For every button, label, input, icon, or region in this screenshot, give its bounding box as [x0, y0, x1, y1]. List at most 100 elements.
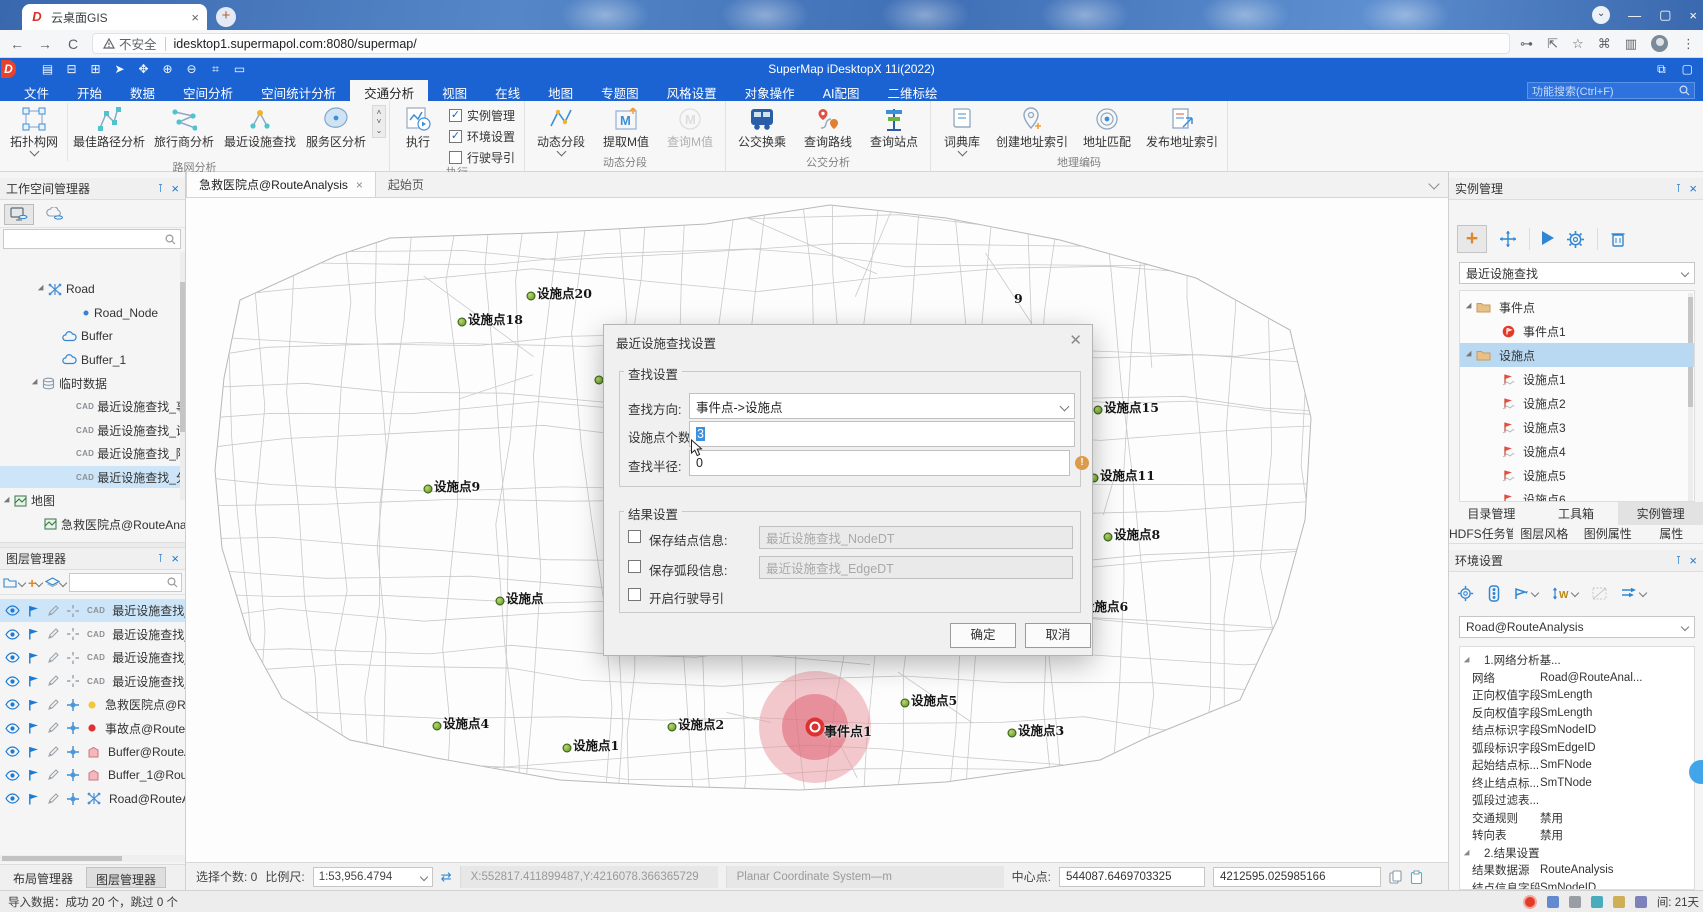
selectable-flag-icon[interactable]	[28, 769, 39, 781]
ribbon-tab-10[interactable]: 风格设置	[653, 80, 731, 101]
move-icon[interactable]	[1499, 230, 1517, 248]
property-row-弧段标识字段[interactable]: 弧段标识字段SmEdgeID	[1460, 739, 1694, 757]
expander-icon[interactable]	[4, 496, 12, 504]
group-scroll-arrows[interactable]: ˄˅⌄	[372, 105, 386, 138]
check-option-2[interactable]: 行驶导引	[449, 149, 515, 166]
property-row-反向权值字段[interactable]: 反向权值字段SmLength	[1460, 704, 1694, 722]
ribbon-button-词典库[interactable]: 词典库	[934, 103, 990, 155]
snapable-icon[interactable]	[67, 699, 79, 711]
ok-button[interactable]: 确定	[950, 623, 1016, 648]
ribbon-tab-7[interactable]: 在线	[481, 80, 534, 101]
side-panel-icon[interactable]: ▥	[1625, 36, 1637, 52]
check-option-1[interactable]: ✓环境设置	[449, 128, 515, 145]
property-row-交通规则[interactable]: 交通规则禁用	[1460, 809, 1694, 827]
local-workspace-icon[interactable]	[4, 204, 34, 225]
bookmark-star-icon[interactable]: ☆	[1572, 36, 1584, 52]
editable-icon[interactable]	[47, 699, 59, 711]
radius-input[interactable]: 0	[689, 450, 1070, 476]
ribbon-tab-3[interactable]: 空间分析	[169, 80, 247, 101]
layer-search-input[interactable]	[69, 573, 182, 592]
ribbon-tab-9[interactable]: 专题图	[587, 80, 653, 101]
instance-node-设施点6[interactable]: 设施点6	[1460, 487, 1694, 502]
editable-icon[interactable]	[47, 746, 59, 758]
property-row-转向表[interactable]: 转向表禁用	[1460, 826, 1694, 844]
ribbon-button-发布地址索引[interactable]: 发布地址索引	[1140, 103, 1224, 150]
property-row-弧段过滤表...[interactable]: 弧段过滤表...	[1460, 791, 1694, 809]
panel-tab-图例属性[interactable]: 图例属性	[1576, 522, 1640, 545]
dialog-close-icon[interactable]: ✕	[1069, 331, 1082, 349]
layer-row-Road@RouteAnalys[interactable]: Road@RouteAnalys	[0, 787, 185, 810]
snapable-icon[interactable]	[67, 769, 79, 781]
visibility-eye-icon[interactable]	[5, 652, 20, 663]
visibility-eye-icon[interactable]	[5, 770, 20, 781]
save-edge-checkbox[interactable]	[628, 560, 641, 573]
delete-trash-icon[interactable]	[1610, 230, 1626, 248]
selectable-flag-icon[interactable]	[28, 605, 39, 617]
selectable-flag-icon[interactable]	[28, 675, 39, 687]
editable-icon[interactable]	[47, 675, 59, 687]
network-dataset-dropdown[interactable]: Road@RouteAnalysis	[1459, 616, 1695, 638]
ribbon-button-查询路线[interactable]: 查询路线	[795, 103, 861, 150]
layer-row-最近设施查找_障碍[interactable]: CAD最近设施查找_障碍	[0, 646, 185, 669]
save-node-checkbox[interactable]	[628, 530, 641, 543]
taskbar-icon[interactable]	[1569, 896, 1581, 908]
expander-icon[interactable]	[32, 379, 40, 387]
function-search-input[interactable]: 功能搜索(Ctrl+F)	[1527, 82, 1695, 99]
layer-style-icon[interactable]	[45, 577, 66, 589]
ribbon-tab-6[interactable]: 视图	[428, 80, 481, 101]
snapable-icon[interactable]	[67, 746, 79, 758]
layer-row-急救医院点@Route[interactable]: 急救医院点@Route	[0, 693, 185, 716]
panel-tab-图层风格[interactable]: 图层风格	[1513, 522, 1577, 545]
workspace-node-Buffer[interactable]: Buffer	[0, 325, 185, 347]
ribbon-tab-2[interactable]: 数据	[116, 80, 169, 101]
run-icon[interactable]	[1542, 231, 1554, 248]
ribbon-button-提取M值[interactable]: M提取M值	[594, 103, 658, 150]
close-icon[interactable]: ×	[1689, 181, 1697, 196]
map-tab-急救医院点@RouteAnalysis[interactable]: 急救医院点@RouteAnalysis×	[186, 172, 376, 197]
property-row-起始结点标...[interactable]: 起始结点标...SmFNode	[1460, 756, 1694, 774]
ribbon-button-动态分段[interactable]: 动态分段	[528, 103, 594, 155]
editable-icon[interactable]	[47, 652, 59, 664]
property-group-1.网络分析基...[interactable]: 1.网络分析基...	[1460, 651, 1694, 669]
visibility-eye-icon[interactable]	[5, 793, 20, 804]
taskbar-icon[interactable]	[1635, 896, 1647, 908]
snapable-icon[interactable]	[67, 722, 79, 734]
back-icon[interactable]: ←	[8, 36, 26, 52]
instance-node-设施点4[interactable]: 设施点4	[1460, 439, 1694, 463]
window-maximize-icon[interactable]: ▢	[1659, 7, 1671, 23]
traffic-rules-icon[interactable]	[1488, 585, 1500, 602]
layer-row-最近设施查找_设施[interactable]: CAD最近设施查找_设施	[0, 623, 185, 646]
visibility-eye-icon[interactable]	[5, 699, 20, 710]
workspace-node-最近设施查找_事件[interactable]: CAD最近设施查找_事件	[0, 396, 185, 418]
copy-icon[interactable]	[1389, 870, 1402, 884]
bottom-tab-图层管理器[interactable]: 图层管理器	[86, 867, 166, 888]
flow-direction-icon[interactable]	[1621, 587, 1646, 599]
instance-node-设施点5[interactable]: 设施点5	[1460, 463, 1694, 487]
expander-icon[interactable]	[1466, 303, 1474, 311]
property-row-结点标识字段[interactable]: 结点标识字段SmNodeID	[1460, 721, 1694, 739]
paste-icon[interactable]	[1410, 870, 1423, 884]
app-close-icon[interactable]: ▢	[1682, 62, 1693, 77]
install-app-icon[interactable]: ⇱	[1547, 36, 1558, 52]
property-row-网络[interactable]: 网络Road@RouteAnal...	[1460, 669, 1694, 687]
ribbon-button-地址匹配[interactable]: 地址匹配	[1074, 103, 1140, 150]
snapable-icon[interactable]	[67, 675, 79, 687]
window-minimize-icon[interactable]: —	[1628, 8, 1641, 23]
editable-icon[interactable]	[47, 722, 59, 734]
new-tab-button[interactable]: +	[216, 7, 236, 27]
taskbar-icon[interactable]	[1547, 896, 1559, 908]
layer-row-最近设施查找_事件[interactable]: CAD最近设施查找_事件	[0, 599, 185, 622]
editable-icon[interactable]	[47, 769, 59, 781]
not-secure-warning[interactable]: 不安全	[103, 34, 157, 53]
snapable-icon[interactable]	[67, 793, 79, 805]
panel-tab-HDFS任务管理[interactable]: HDFS任务管理	[1449, 522, 1513, 545]
selectable-flag-icon[interactable]	[28, 628, 39, 640]
weight-field-icon[interactable]: W	[1552, 586, 1578, 601]
visibility-eye-icon[interactable]	[5, 723, 20, 734]
browser-tab[interactable]: D 云桌面GIS ×	[22, 4, 207, 30]
password-key-icon[interactable]: ⊶	[1520, 36, 1533, 52]
extensions-icon[interactable]: ⌘	[1598, 36, 1611, 52]
add-instance-button[interactable]: +	[1457, 225, 1487, 253]
pin-icon[interactable]: ⊺	[158, 182, 164, 195]
check-option-0[interactable]: ✓实例管理	[449, 107, 515, 124]
